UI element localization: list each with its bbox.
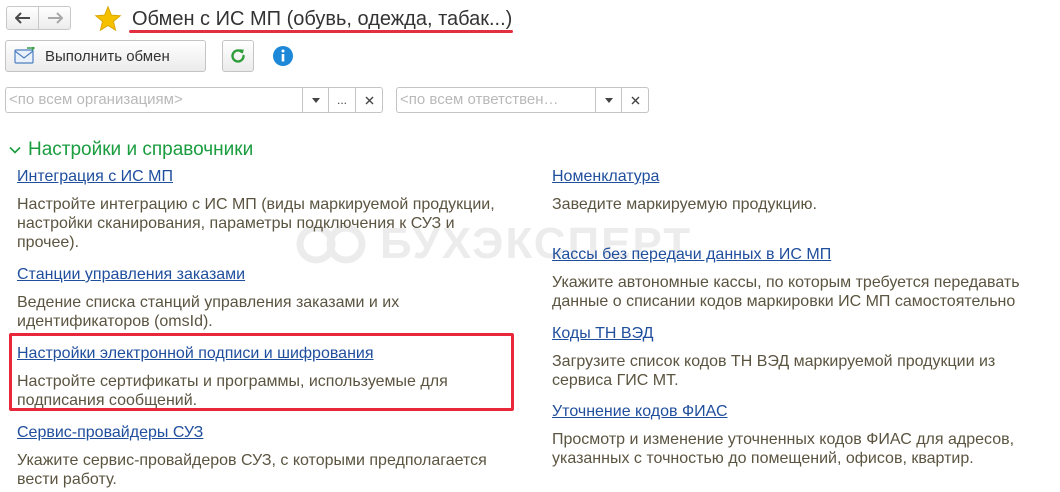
- tn-ved-codes-description: Загрузите список кодов ТН ВЭД маркируемо…: [552, 352, 995, 390]
- description-line: вести работу.: [17, 471, 117, 488]
- fias-codes-link[interactable]: Уточнение кодов ФИАС: [552, 402, 728, 422]
- responsible-clear-button[interactable]: [622, 87, 649, 113]
- responsible-dropdown-button[interactable]: [595, 87, 622, 113]
- organization-dropdown-button[interactable]: [302, 87, 329, 113]
- chevron-down-icon: [311, 97, 320, 103]
- organization-filter: <по всем организациям> ...: [5, 87, 383, 113]
- description-line: Заведите маркируемую продукцию.: [552, 196, 817, 213]
- fias-codes-description: Просмотр и изменение уточненных кодов ФИ…: [552, 430, 1014, 468]
- arrow-left-icon: [14, 12, 30, 24]
- integration-link[interactable]: Интеграция с ИС МП: [17, 167, 173, 187]
- chevron-down-icon: [9, 146, 21, 154]
- responsible-filter-input[interactable]: <по всем ответствен…: [396, 87, 595, 113]
- exchange-button-label: Выполнить обмен: [45, 47, 170, 65]
- favorite-star-icon[interactable]: [94, 5, 122, 33]
- description-line: Укажите автономные кассы, по которым тре…: [552, 274, 1020, 291]
- nomenclature-link[interactable]: Номенклатура: [552, 167, 659, 187]
- description-line: Загрузите список кодов ТН ВЭД маркируемо…: [552, 353, 996, 370]
- suz-providers-description: Укажите сервис-провайдеров СУЗ, с которы…: [17, 451, 487, 489]
- cash-registers-link[interactable]: Кассы без передачи данных в ИС МП: [552, 245, 831, 265]
- organization-clear-button[interactable]: [356, 87, 383, 113]
- exchange-button[interactable]: Выполнить обмен: [5, 40, 206, 72]
- description-line: идентификаторов (omsId).: [17, 313, 213, 330]
- description-line: настройки сканирования, параметры подклю…: [17, 215, 455, 232]
- description-line: Укажите сервис-провайдеров СУЗ, с которы…: [17, 452, 487, 469]
- responsible-filter: <по всем ответствен…: [396, 87, 649, 113]
- refresh-icon: [231, 49, 245, 63]
- suz-providers-link[interactable]: Сервис-провайдеры СУЗ: [17, 423, 203, 443]
- envelope-exchange-icon: [14, 47, 35, 64]
- info-icon[interactable]: [272, 45, 294, 67]
- organization-filter-input[interactable]: <по всем организациям>: [5, 87, 302, 113]
- section-header[interactable]: Настройки и справочники: [8, 139, 253, 161]
- description-line: указанных с точностью до помещений, офис…: [552, 450, 974, 467]
- back-button[interactable]: [6, 6, 39, 30]
- page-title: Обмен с ИС МП (обувь, одежда, табак...): [132, 8, 513, 30]
- nomenclature-description: Заведите маркируемую продукцию.: [552, 195, 817, 214]
- integration-description: Настройте интеграцию с ИС МП (виды марки…: [17, 195, 495, 252]
- close-icon: [631, 96, 639, 104]
- order-stations-description: Ведение списка станций управления заказа…: [17, 293, 399, 331]
- arrow-right-icon: [47, 12, 63, 24]
- order-stations-link[interactable]: Станции управления заказами: [17, 265, 245, 285]
- title-underline-annotation: [129, 30, 513, 33]
- section-title: Настройки и справочники: [28, 139, 254, 160]
- description-line: прочее).: [17, 234, 80, 251]
- organization-select-button[interactable]: ...: [329, 87, 356, 113]
- cash-registers-description: Укажите автономные кассы, по которым тре…: [552, 273, 1020, 311]
- refresh-button[interactable]: [222, 40, 254, 72]
- close-icon: [365, 96, 373, 104]
- description-line: данные о списании кодов маркировки ИС МП…: [552, 293, 1016, 310]
- description-line: Настройте интеграцию с ИС МП (виды марки…: [17, 196, 495, 213]
- description-line: сервиса ГИС МТ.: [552, 372, 679, 389]
- chevron-down-icon: [604, 97, 613, 103]
- tn-ved-codes-link[interactable]: Коды ТН ВЭД: [552, 324, 653, 344]
- description-line: Ведение списка станций управления заказа…: [17, 294, 400, 311]
- description-line: Просмотр и изменение уточненных кодов ФИ…: [552, 431, 1015, 448]
- forward-button[interactable]: [38, 6, 71, 30]
- highlight-annotation-box: [9, 333, 514, 411]
